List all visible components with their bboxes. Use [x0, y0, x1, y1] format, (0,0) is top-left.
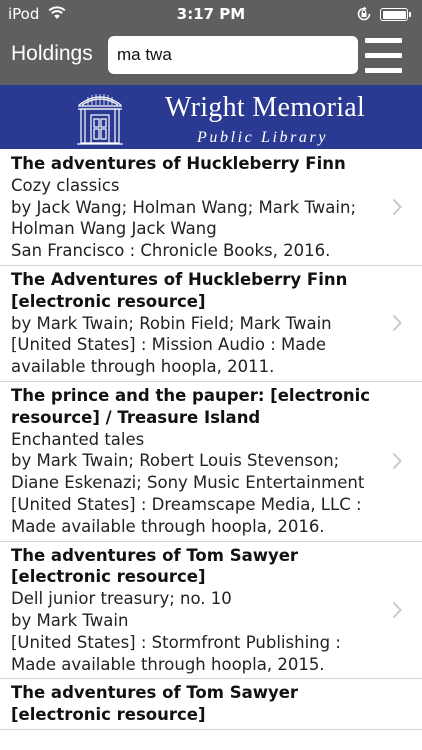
result-series: Dell junior treasury; no. 10 — [11, 589, 232, 609]
library-name: Wright Memorial — [165, 92, 366, 123]
result-item[interactable]: The adventures of Tom Sawyer [electronic… — [0, 542, 422, 680]
result-item[interactable]: The adventures of Huckleberry Finn Cozy … — [0, 150, 422, 266]
nav-bar: Holdings — [0, 30, 422, 85]
result-title: The Adventures of Huckleberry Finn [elec… — [11, 269, 348, 311]
chevron-right-icon — [392, 199, 402, 216]
chevron-right-icon — [392, 601, 402, 619]
search-input[interactable] — [108, 36, 358, 74]
chevron-right-icon — [392, 315, 402, 332]
result-title: The adventures of Huckleberry Finn — [11, 154, 346, 173]
result-title: The prince and the pauper: [electronic r… — [11, 385, 371, 427]
battery-level — [382, 10, 406, 19]
battery-icon — [380, 8, 408, 21]
result-authors: by Jack Wang; Holman Wang; Mark Twain; H… — [11, 197, 357, 239]
result-series: Enchanted tales — [11, 429, 145, 449]
result-authors: by Mark Twain; Robert Louis Stevenson; D… — [11, 451, 365, 493]
result-publisher: San Francisco : Chronicle Books, 2016. — [11, 241, 331, 261]
result-title: The adventures of Tom Sawyer [electronic… — [11, 545, 299, 587]
menu-bar-middle — [365, 53, 402, 58]
result-item[interactable]: The prince and the pauper: [electronic r… — [0, 382, 422, 542]
holdings-screen: iPod 3:17 PM Holdings ma twa Wright Memo… — [0, 0, 422, 750]
result-series: Cozy classics — [11, 175, 120, 195]
result-item[interactable]: The adventures of Tom Sawyer [electronic… — [0, 679, 422, 730]
hamburger-menu-icon[interactable] — [365, 38, 402, 74]
battery-tip — [409, 12, 411, 17]
result-publisher: [United States] : Mission Audio : Made a… — [11, 335, 326, 377]
result-title: The adventures of Tom Sawyer [electronic… — [11, 683, 299, 725]
library-subtitle: Public Library — [197, 129, 329, 146]
nav-title: Holdings — [11, 42, 93, 65]
menu-bar-bottom — [365, 68, 402, 73]
result-authors: by Mark Twain — [11, 610, 129, 630]
result-item[interactable]: The Adventures of Huckleberry Finn [elec… — [0, 266, 422, 382]
status-bar: iPod 3:17 PM — [0, 0, 422, 30]
results-list: The adventures of Huckleberry Finn Cozy … — [0, 150, 422, 730]
result-authors: by Mark Twain; Robin Field; Mark Twain — [11, 313, 332, 333]
library-banner: Wright Memorial Public Library — [0, 85, 422, 149]
menu-bar-top — [365, 38, 402, 43]
result-publisher: [United States] : Dreamscape Media, LLC … — [11, 494, 362, 536]
rotation-lock-icon — [357, 6, 371, 21]
chevron-right-icon — [392, 453, 402, 470]
library-building-icon — [77, 94, 123, 145]
result-publisher: [United States] : Stormfront Publishing … — [11, 632, 341, 674]
